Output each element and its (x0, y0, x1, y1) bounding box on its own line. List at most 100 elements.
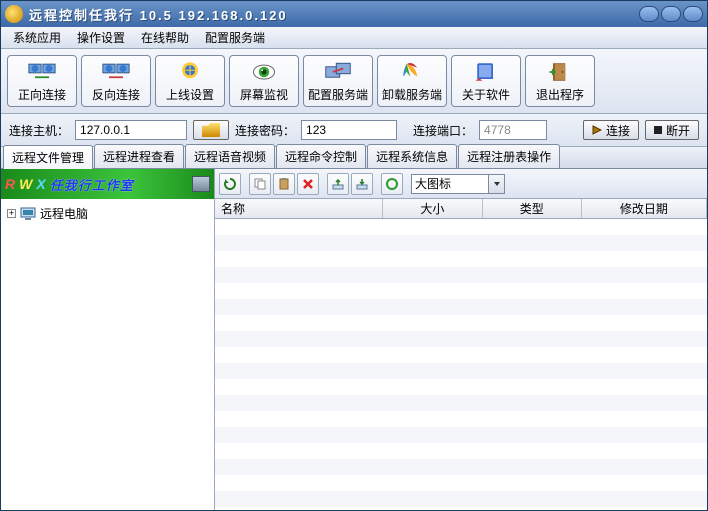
close-button[interactable] (683, 6, 703, 22)
tree-root-item[interactable]: + 远程电脑 (5, 203, 210, 224)
list-row (215, 315, 707, 331)
file-toolbar (215, 169, 707, 199)
delete-icon (301, 177, 315, 191)
host-label: 连接主机： (9, 122, 69, 139)
chevron-down-icon (493, 181, 501, 187)
host-input[interactable] (75, 120, 187, 140)
list-row (215, 459, 707, 475)
view-mode-input[interactable] (411, 174, 489, 194)
list-row (215, 411, 707, 427)
browse-host-button[interactable] (193, 120, 229, 140)
stop-icon (654, 126, 662, 134)
tool-label: 关于软件 (462, 86, 510, 103)
tool-online-settings[interactable]: 上线设置 (155, 55, 225, 107)
app-icon (5, 5, 23, 23)
file-list-header: 名称 大小 类型 修改日期 (215, 199, 707, 219)
list-row (215, 267, 707, 283)
banner-w: W (19, 176, 32, 192)
tool-label: 屏幕监视 (240, 86, 288, 103)
ftb-download[interactable] (351, 173, 373, 195)
list-row (215, 283, 707, 299)
rwx-banner: R W X 任我行工作室 (1, 169, 214, 199)
list-row (215, 235, 707, 251)
banner-pc-icon (192, 176, 210, 192)
list-row (215, 363, 707, 379)
tab-command-control[interactable]: 远程命令控制 (276, 144, 366, 168)
ftb-view-refresh[interactable] (381, 173, 403, 195)
list-row (215, 427, 707, 443)
password-input[interactable] (301, 120, 397, 140)
list-row (215, 331, 707, 347)
disconnect-label: 断开 (666, 122, 690, 139)
maximize-button[interactable] (661, 6, 681, 22)
window-title: 远程控制任我行 10.5 192.168.0.120 (29, 5, 288, 24)
tree-expand-icon[interactable]: + (7, 209, 16, 218)
tool-reverse-connect[interactable]: 反向连接 (81, 55, 151, 107)
port-input[interactable] (479, 120, 547, 140)
col-type[interactable]: 类型 (483, 199, 582, 218)
tab-file-manager[interactable]: 远程文件管理 (3, 145, 93, 169)
list-row (215, 443, 707, 459)
tab-process-viewer[interactable]: 远程进程查看 (94, 144, 184, 168)
list-row (215, 395, 707, 411)
list-row (215, 379, 707, 395)
tool-exit[interactable]: 退出程序 (525, 55, 595, 107)
connect-button[interactable]: 连接 (583, 120, 639, 140)
col-size[interactable]: 大小 (383, 199, 482, 218)
app-window: 远程控制任我行 10.5 192.168.0.120 系统应用 操作设置 在线帮… (0, 0, 708, 511)
tree-view[interactable]: + 远程电脑 (1, 199, 214, 510)
refresh-icon (223, 177, 237, 191)
banner-r: R (5, 176, 15, 192)
ftb-paste[interactable] (273, 173, 295, 195)
disconnect-button[interactable]: 断开 (645, 120, 699, 140)
download-icon (355, 177, 369, 191)
tool-label: 正向连接 (18, 86, 66, 103)
menubar: 系统应用 操作设置 在线帮助 配置服务端 (1, 27, 707, 49)
ftb-refresh[interactable] (219, 173, 241, 195)
tool-label: 卸载服务端 (382, 86, 442, 103)
tool-config-server[interactable]: 配置服务端 (303, 55, 373, 107)
list-row (215, 251, 707, 267)
banner-x: X (36, 176, 45, 192)
view-mode-dropdown[interactable] (489, 174, 505, 194)
workspace: R W X 任我行工作室 + 远程电脑 (1, 169, 707, 510)
upload-icon (331, 177, 345, 191)
folder-icon (202, 123, 220, 137)
menu-system[interactable]: 系统应用 (7, 27, 67, 48)
menu-help[interactable]: 在线帮助 (135, 27, 195, 48)
menu-config-server[interactable]: 配置服务端 (199, 27, 271, 48)
ftb-copy[interactable] (249, 173, 271, 195)
banner-text: 任我行工作室 (50, 175, 134, 194)
tool-uninstall-server[interactable]: 卸载服务端 (377, 55, 447, 107)
list-row (215, 347, 707, 363)
view-mode-combo[interactable] (411, 174, 505, 194)
tree-root-label: 远程电脑 (40, 205, 88, 222)
menu-operation[interactable]: 操作设置 (71, 27, 131, 48)
play-icon (592, 125, 602, 135)
ftb-delete[interactable] (297, 173, 319, 195)
col-name[interactable]: 名称 (215, 199, 383, 218)
tool-forward-connect[interactable]: 正向连接 (7, 55, 77, 107)
connect-label: 连接 (606, 122, 630, 139)
tab-system-info[interactable]: 远程系统信息 (367, 144, 457, 168)
col-date[interactable]: 修改日期 (582, 199, 707, 218)
minimize-button[interactable] (639, 6, 659, 22)
tool-screen-monitor[interactable]: 屏幕监视 (229, 55, 299, 107)
connection-bar: 连接主机： 连接密码： 连接端口： 连接 断开 (1, 114, 707, 147)
list-row (215, 299, 707, 315)
ftb-upload[interactable] (327, 173, 349, 195)
port-label: 连接端口： (413, 122, 473, 139)
file-list-body[interactable] (215, 219, 707, 510)
password-label: 连接密码： (235, 122, 295, 139)
tool-label: 配置服务端 (308, 86, 368, 103)
feature-tabs: 远程文件管理 远程进程查看 远程语音视频 远程命令控制 远程系统信息 远程注册表… (1, 147, 707, 169)
tool-about[interactable]: 关于软件 (451, 55, 521, 107)
tab-audio-video[interactable]: 远程语音视频 (185, 144, 275, 168)
refresh-green-icon (385, 177, 399, 191)
list-row (215, 475, 707, 491)
copy-icon (253, 177, 267, 191)
tab-registry[interactable]: 远程注册表操作 (458, 144, 560, 168)
computer-icon (20, 207, 36, 221)
paste-icon (277, 177, 291, 191)
titlebar[interactable]: 远程控制任我行 10.5 192.168.0.120 (1, 1, 707, 27)
